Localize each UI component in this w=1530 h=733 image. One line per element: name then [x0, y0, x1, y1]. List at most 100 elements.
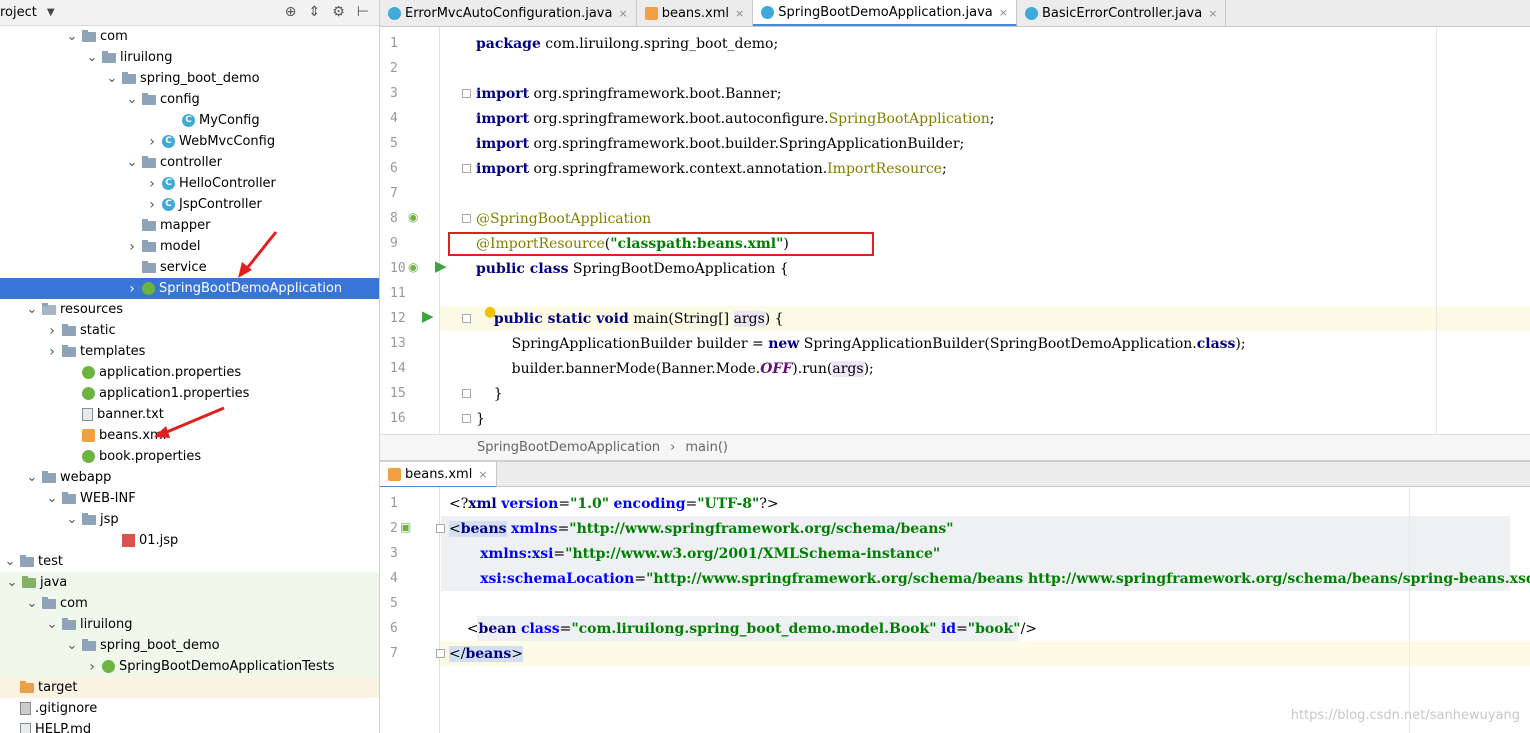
fold-icon[interactable]	[462, 214, 471, 223]
fold-icon[interactable]	[436, 524, 445, 533]
tree-item[interactable]: ⌄ com	[0, 593, 379, 614]
chevron-down-icon[interactable]: ⌄	[46, 492, 58, 505]
tree-item[interactable]: ⌄ jsp	[0, 509, 379, 530]
java-editor[interactable]: 1 2 3 4 5 6 7 8 9 10 11 12 13 14 15 16 ◉ ◉ ▶ ▶ ● packag…	[380, 27, 1530, 434]
xml-file-icon	[82, 429, 95, 442]
close-icon[interactable]: ×	[478, 468, 487, 481]
chevron-down-icon[interactable]: ⌄	[126, 156, 138, 169]
editor-tab[interactable]: beans.xml ×	[637, 0, 754, 26]
tree-item[interactable]: ⌄ spring_boot_demo	[0, 635, 379, 656]
tree-item-label: MyConfig	[199, 113, 260, 128]
chevron-down-icon[interactable]: ⌄	[106, 72, 118, 85]
project-header: roject ▼ ⊕ ⇕ ⚙ ⊢	[0, 0, 379, 26]
tree-item[interactable]: mapper	[0, 215, 379, 236]
tree-item[interactable]: ⌄ test	[0, 551, 379, 572]
tab-beans-xml[interactable]: beans.xml ×	[380, 462, 497, 488]
breadcrumb-class[interactable]: SpringBootDemoApplication	[477, 440, 660, 455]
chevron-right-icon[interactable]: ›	[126, 281, 138, 297]
chevron-down-icon[interactable]: ⌄	[26, 597, 38, 610]
chevron-right-icon[interactable]: ›	[126, 239, 138, 255]
locate-icon[interactable]: ⊕	[285, 4, 297, 20]
java-class-icon	[388, 6, 401, 20]
collapse-icon[interactable]: ⇕	[309, 4, 321, 20]
tree-item[interactable]: ⌄ java	[0, 572, 379, 593]
fold-icon[interactable]	[436, 649, 445, 658]
tree-item[interactable]: ⌄ WEB-INF	[0, 488, 379, 509]
tree-item[interactable]: › static	[0, 320, 379, 341]
fold-icon[interactable]	[462, 89, 471, 98]
fold-icon[interactable]	[462, 389, 471, 398]
chevron-down-icon[interactable]: ⌄	[126, 93, 138, 106]
gear-icon[interactable]: ⚙	[332, 4, 345, 20]
run-icon[interactable]: ▶	[435, 257, 447, 275]
close-icon[interactable]: ×	[1208, 7, 1217, 20]
editor-tab[interactable]: ErrorMvcAutoConfiguration.java ×	[380, 0, 637, 26]
run-icon[interactable]: ▶	[422, 307, 434, 325]
line-number: 10	[390, 261, 406, 276]
hide-icon[interactable]: ⊢	[357, 4, 369, 20]
tree-item[interactable]: › SpringBootDemoApplication	[0, 278, 379, 299]
tree-item[interactable]: .gitignore	[0, 698, 379, 719]
close-icon[interactable]: ×	[999, 6, 1008, 19]
chevron-right-icon[interactable]: ›	[46, 323, 58, 339]
tree-item[interactable]: ⌄ controller	[0, 152, 379, 173]
tree-item[interactable]: service	[0, 257, 379, 278]
tree-item-label: spring_boot_demo	[140, 71, 260, 86]
tree-item[interactable]: › C HelloController	[0, 173, 379, 194]
tree-item-label: test	[38, 554, 63, 569]
tree-item[interactable]: ⌄ resources	[0, 299, 379, 320]
chevron-down-icon[interactable]: ⌄	[66, 639, 78, 652]
tree-item[interactable]: book.properties	[0, 446, 379, 467]
tree-item[interactable]: › SpringBootDemoApplicationTests	[0, 656, 379, 677]
editor-tab[interactable]: BasicErrorController.java ×	[1017, 0, 1227, 26]
spring-bean-icon[interactable]: ▣	[400, 520, 411, 534]
tree-item[interactable]: › model	[0, 236, 379, 257]
chevron-down-icon[interactable]: ⌄	[86, 51, 98, 64]
tree-item[interactable]: ⌄ config	[0, 89, 379, 110]
line-number: 15	[390, 386, 406, 401]
tree-item[interactable]: 01.jsp	[0, 530, 379, 551]
tree-item[interactable]: › C JspController	[0, 194, 379, 215]
chevron-right-icon[interactable]: ›	[46, 344, 58, 360]
tree-item[interactable]: ⌄ com	[0, 26, 379, 47]
tree-item-label: application1.properties	[99, 386, 250, 401]
tree-item[interactable]: ⌄ liruilong	[0, 614, 379, 635]
tree-item[interactable]: › C WebMvcConfig	[0, 131, 379, 152]
tree-item[interactable]: application1.properties	[0, 383, 379, 404]
breadcrumb-method[interactable]: main()	[685, 440, 728, 455]
fold-icon[interactable]	[462, 314, 471, 323]
tree-item[interactable]: HELP.md	[0, 719, 379, 733]
chevron-right-icon[interactable]: ›	[146, 134, 158, 150]
chevron-down-icon[interactable]: ⌄	[26, 303, 38, 316]
tree-item[interactable]: target	[0, 677, 379, 698]
chevron-down-icon[interactable]: ⌄	[4, 555, 16, 568]
spring-bean-icon[interactable]: ◉	[408, 260, 418, 274]
project-title[interactable]: roject	[0, 5, 37, 20]
folder-icon	[62, 491, 76, 504]
file-icon	[82, 408, 93, 421]
chevron-down-icon[interactable]: ⌄	[66, 30, 78, 43]
chevron-down-icon[interactable]: ⌄	[26, 471, 38, 484]
chevron-down-icon[interactable]: ▼	[47, 7, 55, 18]
tree-item[interactable]: ⌄ liruilong	[0, 47, 379, 68]
fold-icon[interactable]	[462, 414, 471, 423]
xml-editor[interactable]: 1 2 3 4 5 6 7 ▣ <?xml version="1.0" encoding="…	[380, 487, 1530, 733]
chevron-right-icon[interactable]: ›	[146, 176, 158, 192]
chevron-right-icon[interactable]: ›	[86, 659, 98, 675]
chevron-right-icon[interactable]: ›	[146, 197, 158, 213]
tree-item[interactable]: application.properties	[0, 362, 379, 383]
tree-item[interactable]: C MyConfig	[0, 110, 379, 131]
editor-tabs: ErrorMvcAutoConfiguration.java × beans.xml…	[380, 0, 1530, 27]
editor-tab[interactable]: SpringBootDemoApplication.java ×	[753, 0, 1017, 26]
chevron-down-icon[interactable]: ⌄	[66, 513, 78, 526]
chevron-down-icon[interactable]: ⌄	[46, 618, 58, 631]
fold-icon[interactable]	[462, 164, 471, 173]
tree-item[interactable]: ⌄ spring_boot_demo	[0, 68, 379, 89]
close-icon[interactable]: ×	[618, 7, 627, 20]
close-icon[interactable]: ×	[735, 7, 744, 20]
tree-item[interactable]: › templates	[0, 341, 379, 362]
line-number: 2	[390, 521, 398, 536]
spring-bean-icon[interactable]: ◉	[408, 210, 418, 224]
chevron-down-icon[interactable]: ⌄	[6, 576, 18, 589]
tree-item[interactable]: ⌄ webapp	[0, 467, 379, 488]
